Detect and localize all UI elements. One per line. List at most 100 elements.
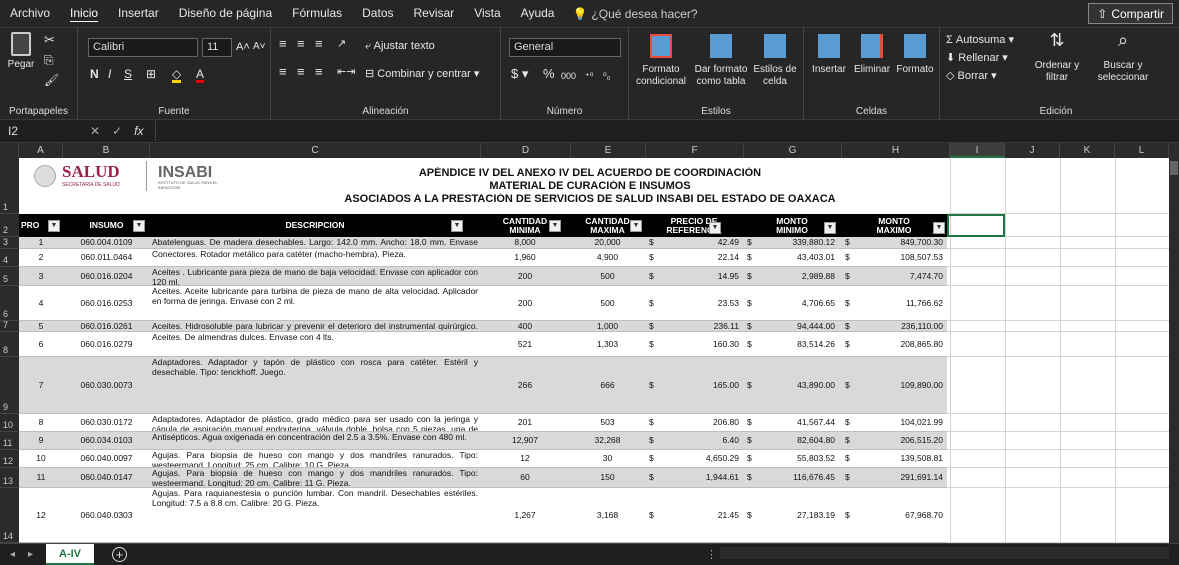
format-cells-button[interactable]: Formato xyxy=(894,34,936,76)
column-header-f[interactable]: F xyxy=(646,143,744,158)
row-header[interactable]: 2 xyxy=(0,214,19,237)
paste-button[interactable]: Pegar xyxy=(4,32,38,71)
scroll-tabs-right-icon[interactable]: ▸ xyxy=(28,549,33,560)
row-header[interactable]: 9 xyxy=(0,357,19,414)
indent-icon[interactable]: ⇤⇥ xyxy=(337,66,355,78)
spreadsheet-grid[interactable]: ABCDEFGHIJKL 1 2 3 4 5 6 7 8 9 10 11 12 13 14 SALUD S… xyxy=(0,143,1169,543)
menu-formulas[interactable]: Fórmulas xyxy=(282,0,352,27)
filter-dropdown-icon[interactable]: ▼ xyxy=(933,222,945,234)
column-header-c[interactable]: C xyxy=(150,143,481,158)
row-header[interactable]: 4 xyxy=(0,249,19,267)
menu-revisar[interactable]: Revisar xyxy=(404,0,465,27)
row-header[interactable]: 14 xyxy=(0,488,19,543)
formula-input[interactable] xyxy=(155,121,1179,141)
merge-center-button[interactable]: ⊟ Combinar y centrar ▾ xyxy=(365,68,479,80)
align-middle-icon[interactable]: ≡ xyxy=(297,37,305,50)
filter-dropdown-icon[interactable]: ▼ xyxy=(133,220,145,232)
filter-dropdown-icon[interactable]: ▼ xyxy=(451,220,463,232)
comma-icon[interactable]: 000 xyxy=(561,70,576,82)
column-header-j[interactable]: J xyxy=(1005,143,1060,158)
filter-dropdown-icon[interactable]: ▼ xyxy=(549,220,561,232)
column-header-g[interactable]: G xyxy=(744,143,842,158)
horizontal-scrollbar[interactable] xyxy=(720,547,1169,559)
conditional-format-button[interactable]: Formato condicional xyxy=(633,34,689,88)
shrink-font-icon[interactable]: A˅ xyxy=(253,41,266,53)
fill-color-icon[interactable]: ◇ xyxy=(172,68,182,83)
delete-cells-button[interactable]: Eliminar xyxy=(850,34,894,76)
number-format-select[interactable]: General xyxy=(509,38,621,57)
cut-icon[interactable]: ✂ xyxy=(44,33,55,46)
italic-button[interactable]: I xyxy=(108,68,111,80)
vertical-scrollbar[interactable] xyxy=(1169,143,1179,543)
filter-dropdown-icon[interactable]: ▼ xyxy=(709,222,721,234)
share-button[interactable]: ⇧ Compartir xyxy=(1088,3,1173,24)
row-header[interactable]: 1 xyxy=(0,158,19,214)
cell-styles-button[interactable]: Estilos de celda xyxy=(751,34,799,88)
font-color-icon[interactable]: A xyxy=(196,68,205,83)
scroll-tabs-left-icon[interactable]: ◂ xyxy=(10,549,15,560)
filter-dropdown-icon[interactable]: ▼ xyxy=(824,222,836,234)
row-header[interactable]: 12 xyxy=(0,450,19,468)
align-top-icon[interactable]: ≡ xyxy=(279,37,287,50)
format-painter-icon[interactable]: 🖌 xyxy=(44,74,59,86)
row-header[interactable]: 5 xyxy=(0,267,19,286)
fill-button[interactable]: ⬇ Rellenar ▾ xyxy=(946,52,1008,64)
wrap-text-button[interactable]: ⤶ Ajustar texto xyxy=(365,40,435,52)
row-header[interactable]: 8 xyxy=(0,332,19,357)
column-header-b[interactable]: B xyxy=(63,143,150,158)
borders-icon[interactable]: ⊞ xyxy=(146,68,156,80)
row-header[interactable]: 13 xyxy=(0,468,19,488)
column-header-k[interactable]: K xyxy=(1060,143,1115,158)
enter-icon[interactable]: ✓ xyxy=(106,124,128,138)
row-header[interactable]: 7 xyxy=(0,320,19,332)
cancel-icon[interactable]: ✕ xyxy=(84,124,106,138)
currency-icon[interactable]: $ ▾ xyxy=(511,67,528,80)
tab-splitter-icon[interactable]: ⋮ xyxy=(706,548,717,561)
align-center-icon[interactable]: ≡ xyxy=(297,65,305,78)
grow-font-icon[interactable]: A˄ xyxy=(236,41,250,53)
menu-diseno[interactable]: Diseño de página xyxy=(169,0,282,27)
select-all-corner[interactable] xyxy=(0,143,19,158)
orientation-icon[interactable]: ↗ xyxy=(337,38,346,50)
font-size-select[interactable]: 11 xyxy=(202,38,232,57)
row-header[interactable]: 11 xyxy=(0,432,19,450)
name-box[interactable]: I2 xyxy=(0,121,84,141)
column-header-a[interactable]: A xyxy=(19,143,63,158)
menu-vista[interactable]: Vista xyxy=(464,0,510,27)
menu-ayuda[interactable]: Ayuda xyxy=(511,0,565,27)
menu-insertar[interactable]: Insertar xyxy=(108,0,169,27)
align-right-icon[interactable]: ≡ xyxy=(315,65,323,78)
autosum-button[interactable]: Σ Autosuma ▾ xyxy=(946,34,1014,46)
copy-icon[interactable]: ⎘ xyxy=(44,54,54,66)
filter-dropdown-icon[interactable]: ▼ xyxy=(48,220,60,232)
insert-function-icon[interactable]: fx xyxy=(128,124,149,138)
align-left-icon[interactable]: ≡ xyxy=(279,65,287,78)
column-header-h[interactable]: H xyxy=(842,143,950,158)
column-header-l[interactable]: L xyxy=(1115,143,1169,158)
column-header-d[interactable]: D xyxy=(481,143,571,158)
column-header-i[interactable]: I xyxy=(950,143,1005,158)
increase-decimal-icon[interactable]: ⁺⁰ xyxy=(585,70,593,82)
menu-archivo[interactable]: Archivo xyxy=(0,0,60,27)
format-as-table-button[interactable]: Dar formato como tabla xyxy=(693,34,749,88)
sort-filter-button[interactable]: ⇅ Ordenar y filtrar xyxy=(1030,31,1084,84)
insert-cells-button[interactable]: Insertar xyxy=(808,34,850,76)
menu-inicio[interactable]: Inicio xyxy=(60,0,108,27)
column-header-e[interactable]: E xyxy=(571,143,646,158)
row-header[interactable]: 10 xyxy=(0,414,19,432)
clear-button[interactable]: ◇ Borrar ▾ xyxy=(946,70,997,82)
sheet-tab-a-iv[interactable]: A-IV xyxy=(46,543,94,565)
row-header[interactable]: 3 xyxy=(0,237,19,249)
bold-button[interactable]: N xyxy=(90,68,99,80)
percent-icon[interactable]: % xyxy=(543,67,555,80)
selected-cell-i2[interactable] xyxy=(947,214,1005,237)
underline-button[interactable]: S xyxy=(124,68,132,80)
tell-me-search[interactable]: 💡 ¿Qué desea hacer? xyxy=(564,7,705,21)
filter-dropdown-icon[interactable]: ▼ xyxy=(630,220,642,232)
align-bottom-icon[interactable]: ≡ xyxy=(315,37,323,50)
decrease-decimal-icon[interactable]: ⁰₀ xyxy=(603,70,610,82)
add-sheet-icon[interactable]: + xyxy=(112,546,127,562)
menu-datos[interactable]: Datos xyxy=(352,0,403,27)
row-header[interactable]: 6 xyxy=(0,286,19,321)
scroll-thumb[interactable] xyxy=(1170,161,1178,175)
